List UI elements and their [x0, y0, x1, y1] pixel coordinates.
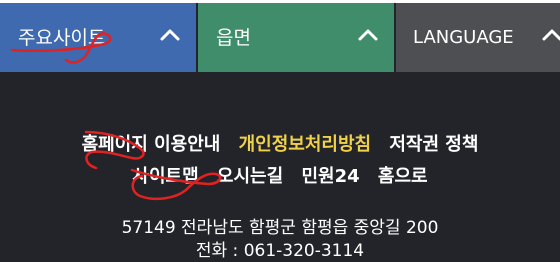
tab-towns[interactable]: 읍면 — [198, 3, 394, 72]
link-directions[interactable]: 오시는길 — [217, 165, 283, 189]
link-minwon24[interactable]: 민원24 — [301, 165, 359, 189]
tab-language[interactable]: LANGUAGE — [396, 3, 560, 72]
link-privacy-policy[interactable]: 개인정보처리방침 — [239, 133, 371, 157]
footer-phone: 전화 : 061-320-3114 — [195, 241, 365, 261]
chevron-up-icon — [542, 29, 560, 41]
link-site-guide[interactable]: 홈페이지 이용안내 — [82, 133, 221, 157]
site-tabs: 주요사이트 읍면 LANGUAGE — [0, 3, 560, 72]
tab-main-sites[interactable]: 주요사이트 — [0, 3, 196, 72]
footer-links-row-1: 홈페이지 이용안내 개인정보처리방침 저작권 정책 — [0, 133, 560, 157]
footer-links-row-2: 사이트맵 오시는길 민원24 홈으로 — [0, 165, 560, 189]
link-home[interactable]: 홈으로 — [378, 165, 428, 189]
tab-towns-label: 읍면 — [216, 27, 251, 49]
footer-address: 57149 전라남도 함평군 함평읍 중앙길 200 — [121, 218, 439, 238]
tab-main-sites-label: 주요사이트 — [18, 27, 106, 49]
link-sitemap[interactable]: 사이트맵 — [132, 165, 198, 189]
link-copyright-policy[interactable]: 저작권 정책 — [389, 133, 478, 157]
chevron-up-icon — [160, 29, 180, 41]
chevron-up-icon — [358, 29, 378, 41]
tab-language-label: LANGUAGE — [413, 27, 514, 48]
